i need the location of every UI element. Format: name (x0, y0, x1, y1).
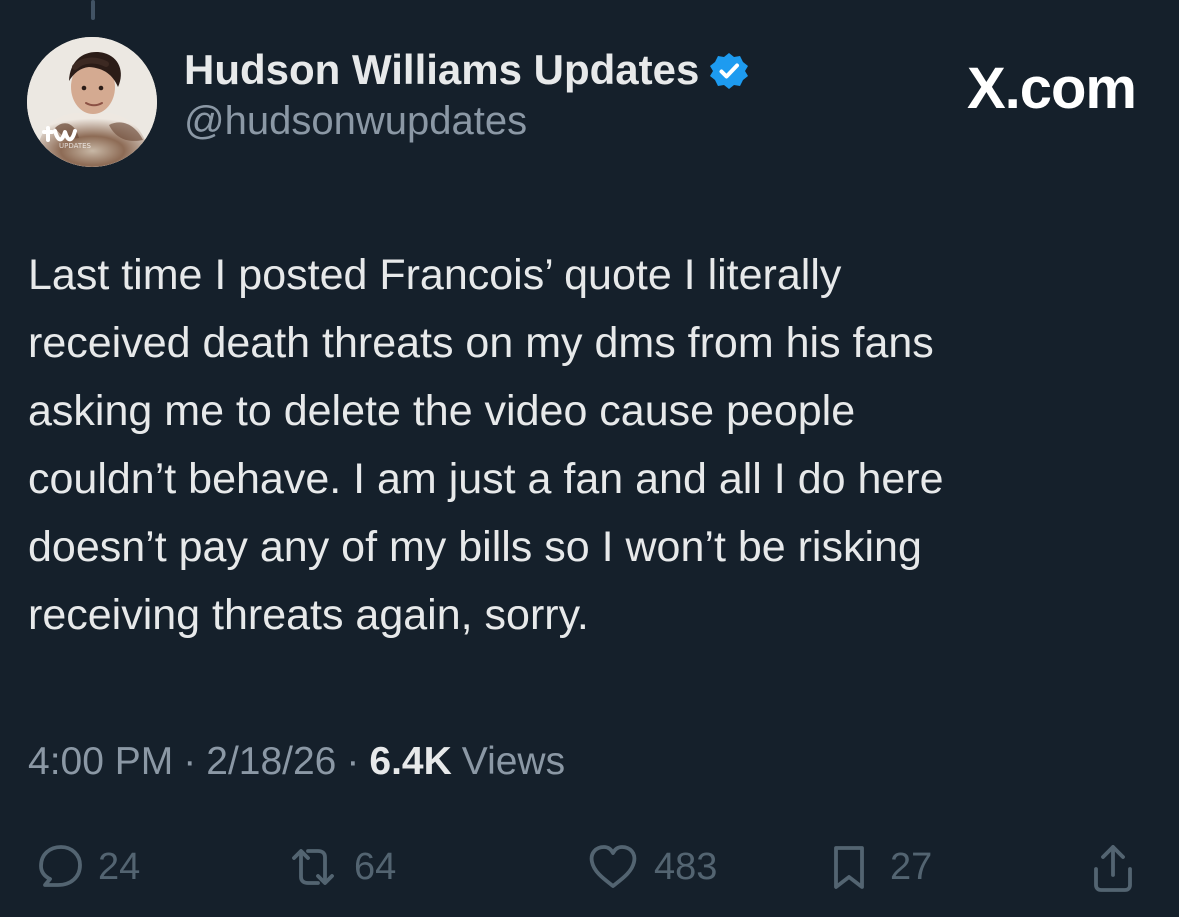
like-button[interactable]: 483 (584, 838, 717, 896)
post-meta: 4:00 PM · 2/18/26 · 6.4K Views (28, 732, 565, 792)
repost-icon (292, 849, 334, 885)
reply-count: 24 (98, 846, 141, 888)
meta-separator: · (183, 740, 197, 783)
comment-icon (39, 845, 82, 887)
verified-badge-icon (710, 53, 749, 89)
post-time[interactable]: 4:00 PM (28, 732, 173, 792)
post-date[interactable]: 2/18/26 (206, 732, 336, 792)
bookmark-icon (834, 846, 864, 889)
avatar[interactable]: UPDATES (27, 37, 157, 167)
bookmark-count: 27 (890, 846, 933, 888)
post-header: UPDATES Hudson Williams Updates @hudsonw… (24, 36, 1154, 170)
meta-separator: · (346, 740, 360, 783)
share-button[interactable] (1084, 838, 1142, 896)
views-count: 6.4K (369, 740, 452, 783)
share-icon (1094, 845, 1132, 892)
repost-count: 64 (354, 846, 397, 888)
account-handle[interactable]: @hudsonwupdates (184, 97, 749, 145)
reply-button[interactable]: 24 (28, 838, 140, 896)
avatar-image: UPDATES (27, 37, 157, 167)
repost-button[interactable]: 64 (284, 838, 396, 896)
like-count: 483 (654, 846, 718, 888)
x-com-watermark: X.com (966, 56, 1137, 121)
display-name-row: Hudson Williams Updates (184, 46, 749, 94)
display-name[interactable]: Hudson Williams Updates (184, 46, 699, 94)
post-action-bar: 24 64 483 27 (28, 838, 1148, 896)
thread-connector-line (91, 0, 95, 20)
heart-icon (589, 845, 637, 888)
account-info: Hudson Williams Updates @hudsonwupdates (184, 46, 749, 166)
views-label: Views (461, 740, 566, 783)
post-text: Last time I posted Francois’ quote I lit… (28, 251, 944, 639)
svg-text:UPDATES: UPDATES (59, 142, 92, 150)
bookmark-button[interactable]: 27 (820, 838, 932, 896)
